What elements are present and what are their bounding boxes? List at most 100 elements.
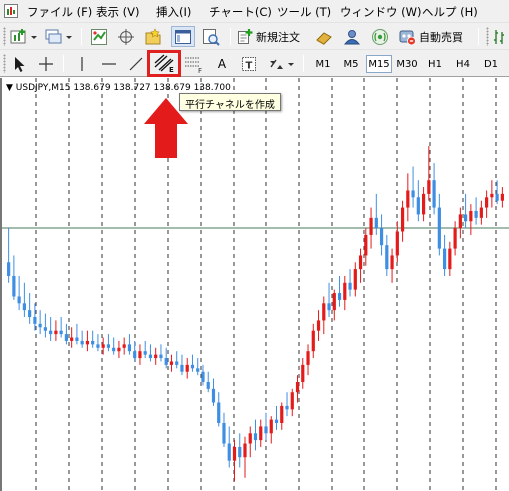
menu-chart[interactable]: チャート(C) [209,4,272,20]
candle-body [238,446,242,458]
candle-body [406,190,410,208]
new-chart-button[interactable] [9,26,39,47]
app-chart-icon[interactable] [4,4,18,18]
fibonacci-button[interactable]: F [182,53,206,74]
strategy-tester-button[interactable] [199,26,223,47]
timeframe-h1[interactable]: H1 [422,55,448,73]
horizontal-line-button[interactable] [98,53,120,74]
text-label-button[interactable]: T [238,53,260,74]
candle-body [217,402,221,424]
chart-header: ▼ USDJPY,M15 138.679 138.727 138.679 138… [6,83,231,93]
menu-insert[interactable]: 挿入(I) [156,4,191,20]
bar-chart-icon [494,29,504,44]
auto-trading-icon [399,30,416,45]
candle-body [453,228,457,249]
vertical-line-button[interactable] [71,53,93,74]
toolbar-grip[interactable] [3,54,6,73]
new-order-label: 新規注文 [256,30,300,44]
candle-body [500,193,504,201]
menu-file[interactable]: ファイル (F) [27,4,92,20]
gold-bar-icon [316,31,332,45]
crosshair-tool-button[interactable] [35,53,57,74]
timeframe-m30[interactable]: M30 [394,55,420,73]
arrows-button[interactable] [266,53,296,74]
candle-body [148,354,153,359]
timeframe-m1[interactable]: M1 [310,55,336,73]
fibonacci-letter: F [198,67,202,74]
candle-body [290,392,294,410]
candle-body [38,323,42,328]
candle-body [227,443,231,461]
cursor-arrow-icon [15,56,25,72]
vertical-line-icon [81,56,83,71]
toolbar-separator [478,28,479,45]
navigator-button[interactable] [142,26,164,47]
candle-body [485,197,489,208]
trendline-icon [129,57,143,70]
candle-body [322,303,326,321]
trendline-button[interactable] [125,53,147,74]
timeframe-m5[interactable]: M5 [338,55,364,73]
tool-tooltip: 平行チャネルを作成 [179,93,281,111]
candle-body [91,340,95,345]
candle-body [96,344,100,348]
candle-body [379,228,384,246]
timeframe-m15[interactable]: M15 [366,55,392,73]
candle-body [112,347,116,352]
candle-body [196,368,200,372]
candle-body [395,231,399,256]
menu-tools[interactable]: ツール (T) [277,4,331,20]
candle-body [390,255,394,270]
timeframe-h4[interactable]: H4 [450,55,476,73]
cursor-button[interactable] [8,53,30,74]
signals-button[interactable] [368,26,392,47]
candle-body [437,207,441,249]
candle-body [416,197,420,215]
price-chart[interactable] [2,78,509,491]
candle-body [316,320,321,331]
menu-window[interactable]: ウィンドウ (W) [340,4,422,20]
horizontal-line-icon [102,62,116,65]
menu-view[interactable]: 表示 (V) [96,4,140,20]
candle-body [243,443,247,458]
candle-body [474,210,478,218]
candle-body [337,293,342,300]
terminal-button[interactable] [171,26,195,47]
toolbar-grip[interactable] [486,27,489,46]
candle-body [127,344,132,352]
candle-body [12,275,16,297]
chart-symbol-label: USDJPY,M15 138.679 138.727 138.679 138.7… [15,83,231,93]
metaeditor-button[interactable] [312,26,336,47]
candle-body [175,361,179,365]
candle-body [458,214,462,229]
crosshair-button[interactable] [115,26,137,47]
candle-body [369,217,373,235]
candle-body [311,330,315,352]
timeframe-d1[interactable]: D1 [478,55,504,73]
candle-body [269,419,273,434]
community-button[interactable] [340,26,364,47]
magnifier-chart-icon [203,28,220,46]
candle-body [180,364,184,372]
chart-menu-triangle-icon[interactable]: ▼ [6,83,13,93]
market-watch-button[interactable] [88,26,110,47]
candle-body [154,354,158,359]
chart-bars-button[interactable] [493,26,509,47]
candle-body [70,337,74,341]
candle-body [490,193,494,198]
candle-body [464,214,468,222]
candle-body [432,180,436,208]
candle-body [122,344,126,348]
candle-body [59,330,63,335]
text-button[interactable]: A [211,53,233,74]
candle-body [190,364,195,369]
chart-window[interactable] [0,78,509,491]
candle-body [222,423,226,444]
toolbar-grip[interactable] [3,27,6,46]
profiles-button[interactable] [44,26,74,47]
auto-trading-button[interactable]: 自動売買 [397,26,471,47]
new-order-button[interactable]: 新規注文 [236,26,306,47]
candle-body [442,248,447,270]
menu-help[interactable]: ヘルプ (H) [422,4,478,20]
candle-body [374,217,378,229]
